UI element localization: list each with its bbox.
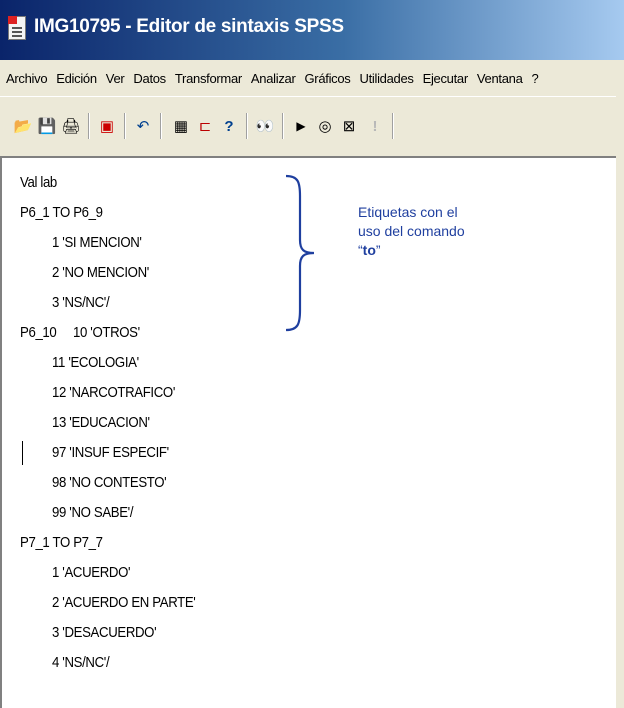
menu-archivo[interactable]: Archivo <box>6 71 48 86</box>
code-line[interactable]: 1 'ACUERDO' <box>52 564 131 581</box>
goto-case-icon[interactable]: ▦ <box>170 115 192 137</box>
title-bar[interactable]: IMG10795 - Editor de sintaxis SPSS <box>0 0 624 60</box>
menu-utilidades[interactable]: Utilidades <box>360 71 414 86</box>
menu-graficos[interactable]: Gráficos <box>304 71 350 86</box>
code-line[interactable]: 4 'NS/NC'/ <box>52 654 110 671</box>
window-title: IMG10795 - Editor de sintaxis SPSS <box>34 16 344 37</box>
toolbar-separator <box>282 113 284 139</box>
quote-close: ” <box>375 242 381 258</box>
menu-bar: Archivo Edición Ver Datos Transformar An… <box>0 60 624 96</box>
spss-document-icon[interactable] <box>8 16 26 40</box>
code-line[interactable]: 1 'SI MENCION' <box>52 234 142 251</box>
annotation-line: “to” <box>358 241 548 260</box>
menu-ventana[interactable]: Ventana <box>477 71 523 86</box>
annotation-keyword: to <box>362 242 376 258</box>
variables-icon[interactable]: ⊏ <box>194 115 216 137</box>
window-right-border <box>616 96 624 708</box>
toolbar: 📂 💾 🖨 ▣ ↶ ▦ ⊏ ? 👀 ▶ ◎ ⊠ ! <box>0 96 624 156</box>
menu-transformar[interactable]: Transformar <box>175 71 242 86</box>
code-line[interactable]: 13 'EDUCACION' <box>52 414 150 431</box>
annotation-line: uso del comando <box>358 223 465 239</box>
code-line[interactable]: 99 'NO SABE'/ <box>52 504 134 521</box>
print-icon[interactable]: 🖨 <box>60 115 82 137</box>
menu-help[interactable]: ? <box>532 71 539 86</box>
toolbar-separator <box>392 113 394 139</box>
code-line[interactable]: 97 'INSUF ESPECIF' <box>52 444 169 461</box>
code-line[interactable]: P6_10 10 'OTROS' <box>20 324 140 341</box>
menu-edicion[interactable]: Edición <box>56 71 97 86</box>
code-line[interactable]: Val lab <box>20 174 57 191</box>
toolbar-separator <box>246 113 248 139</box>
find-icon[interactable]: 👀 <box>254 115 276 137</box>
menu-datos[interactable]: Datos <box>133 71 166 86</box>
save-icon[interactable]: 💾 <box>36 115 58 137</box>
toolbar-separator <box>88 113 90 139</box>
code-line[interactable]: P7_1 TO P7_7 <box>20 534 103 551</box>
code-line[interactable]: 2 'NO MENCION' <box>52 264 149 281</box>
text-cursor <box>22 441 23 465</box>
use-sets-icon[interactable]: ◎ <box>314 115 336 137</box>
disabled-exclaim-icon: ! <box>372 117 378 135</box>
code-line[interactable]: 3 'DESACUERDO' <box>52 624 157 641</box>
dialog-recall-icon[interactable]: ▣ <box>96 115 118 137</box>
toolbar-separator <box>160 113 162 139</box>
menu-analizar[interactable]: Analizar <box>251 71 296 86</box>
syntax-help-icon[interactable]: ⊠ <box>338 115 360 137</box>
curly-brace-annotation <box>285 174 315 332</box>
open-folder-icon[interactable]: 📂 <box>12 115 34 137</box>
run-icon[interactable]: ▶ <box>290 115 312 137</box>
undo-icon[interactable]: ↶ <box>132 115 154 137</box>
annotation-line: Etiquetas con el <box>358 204 458 220</box>
code-line[interactable]: 98 'NO CONTESTO' <box>52 474 167 491</box>
code-line[interactable]: 2 'ACUERDO EN PARTE' <box>52 594 196 611</box>
variable-info-icon[interactable]: ? <box>218 115 240 137</box>
menu-ejecutar[interactable]: Ejecutar <box>423 71 469 86</box>
code-line[interactable]: 12 'NARCOTRAFICO' <box>52 384 175 401</box>
menu-ver[interactable]: Ver <box>106 71 125 86</box>
code-line[interactable]: 11 'ECOLOGIA' <box>52 354 139 371</box>
annotation-note: Etiquetas con el uso del comando “to” <box>358 203 548 260</box>
code-line[interactable]: 3 'NS/NC'/ <box>52 294 110 311</box>
spss-syntax-editor-window: IMG10795 - Editor de sintaxis SPSS Archi… <box>0 0 624 708</box>
syntax-editor[interactable]: Val lab P6_1 TO P6_9 1 'SI MENCION' 2 'N… <box>0 156 624 708</box>
toolbar-separator <box>124 113 126 139</box>
code-line[interactable]: P6_1 TO P6_9 <box>20 204 103 221</box>
